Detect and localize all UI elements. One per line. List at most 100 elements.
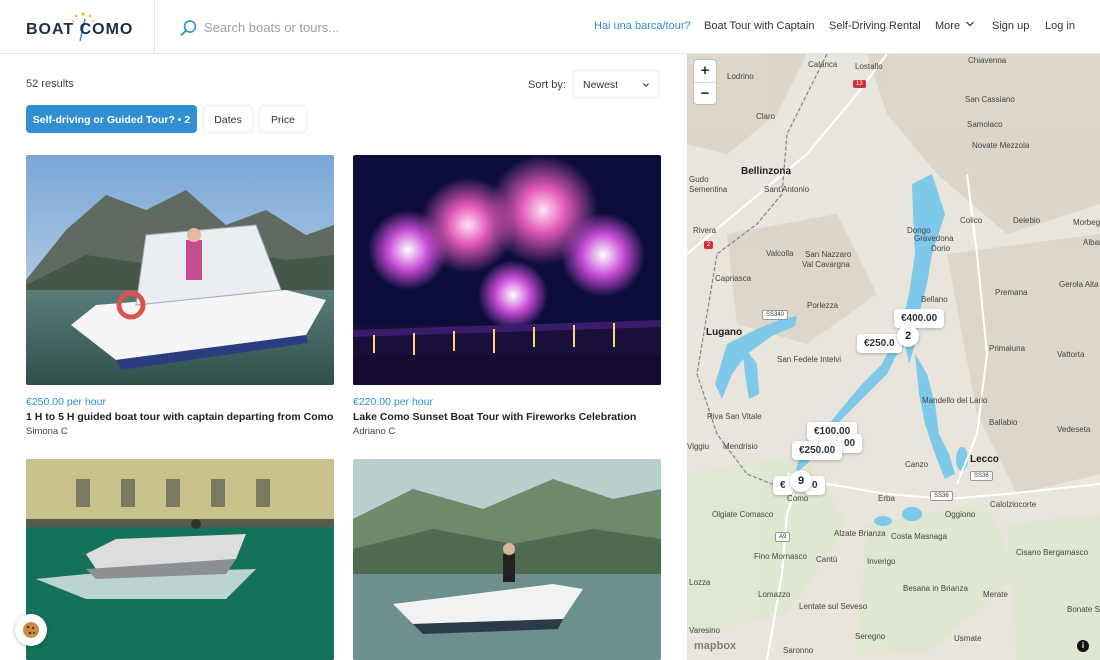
map-place: Riva San Vitale [707, 412, 762, 421]
map-place: Primaluna [989, 344, 1026, 353]
listing-image-lake-boat[interactable] [353, 459, 661, 660]
map-place: Erba [878, 494, 895, 503]
map-place: Usmate [954, 634, 982, 643]
map-place: Lostallo [855, 62, 883, 71]
map-place: Lodrino [727, 72, 754, 81]
map-terrain [687, 54, 1100, 660]
map-place: Seregno [855, 632, 886, 641]
map-cluster-marker[interactable]: 9 [790, 470, 812, 492]
map-place: Bellano [921, 295, 948, 304]
sort-select[interactable]: Newest [572, 70, 660, 98]
filter-tour-type[interactable]: Self-driving or Guided Tour? • 2 [26, 105, 197, 133]
map-place: Novate Mezzola [972, 141, 1030, 150]
chevron-down-icon [643, 83, 649, 87]
sort-value: Newest [583, 79, 619, 91]
filter-price[interactable]: Price [259, 105, 307, 133]
map-place: Sementina [689, 185, 728, 194]
cookie-icon [23, 622, 39, 638]
map-place: Calolziocorte [990, 500, 1037, 509]
listing-image-motorboat[interactable] [26, 155, 334, 385]
cookie-settings-button[interactable] [15, 614, 47, 646]
more-menu[interactable]: More [935, 20, 974, 32]
map-place: Canzo [905, 460, 929, 469]
search-input[interactable] [204, 16, 504, 38]
map-place: Gerola Alta [1059, 280, 1099, 289]
listing-owner: Adriano C [353, 426, 396, 437]
logo-text: BOAT COMO [26, 21, 134, 38]
listing-image-speedboat[interactable] [26, 459, 334, 660]
map-view[interactable]: Chiavenna Calanca Lostallo Lodrino San C… [687, 54, 1100, 660]
map-price-pin[interactable]: €400.00 [894, 309, 945, 328]
map-place: Ballabio [989, 418, 1018, 427]
results-count: 52 results [26, 78, 74, 90]
mapbox-attribution[interactable]: mapbox [694, 640, 736, 652]
map-place: Albaredo [1083, 238, 1100, 247]
list-your-boat-link[interactable]: Hai una barca/tour? [594, 20, 691, 32]
map-cluster-marker[interactable]: 2 [897, 325, 919, 347]
map-place: Colico [960, 216, 983, 225]
road-badge: A9 [775, 532, 791, 542]
map-place: Cisano Bergamasco [1016, 548, 1089, 557]
map-place: Costa Masnaga [891, 532, 948, 541]
zoom-in-button[interactable]: + [694, 60, 716, 82]
boatcomo-logo[interactable]: BOAT COMO [26, 12, 134, 43]
road-badge: SS36 [970, 471, 993, 481]
map-place: Viggiu [687, 442, 710, 451]
map-place: Rivera [693, 226, 717, 235]
map-place: Dongo [907, 226, 931, 235]
road-badge: SS340 [762, 310, 789, 320]
road-badge: SS36 [930, 491, 953, 501]
map-place: San Cassiano [965, 95, 1015, 104]
map-zoom-controls: + − [694, 60, 716, 104]
login-link[interactable]: Log in [1045, 20, 1075, 32]
filter-dates[interactable]: Dates [203, 105, 253, 133]
map-place: Olgiate Comasco [712, 510, 774, 519]
map-place: Lugano [706, 327, 743, 338]
map-place: Gravedona [914, 234, 954, 243]
map-place: Oggiono [945, 510, 976, 519]
map-place: Mandello del Lario [922, 396, 988, 405]
map-place: Capriasca [715, 274, 752, 283]
signup-link[interactable]: Sign up [992, 20, 1029, 32]
map-place: Merate [983, 590, 1008, 599]
map-price-pin[interactable]: €250.00 [792, 441, 843, 460]
listing-title[interactable]: 1 H to 5 H guided boat tour with captain… [26, 411, 333, 423]
map-place: Delebio [1013, 216, 1041, 225]
listing-price: €220.00 per hour [353, 396, 433, 408]
map-price-pin[interactable]: €250.0 [857, 334, 902, 353]
map-place: Saronno [783, 646, 814, 655]
map-place: Lecco [970, 454, 999, 465]
map-place: Cantù [816, 555, 838, 564]
road-badge: 2 [704, 241, 714, 249]
map-place: Gudo [689, 175, 709, 184]
road-badge: 13 [853, 80, 866, 88]
map-place: San Fedele Intelvi [777, 355, 842, 364]
map-place: Varesino [689, 626, 720, 635]
self-driving-rental-link[interactable]: Self-Driving Rental [829, 20, 921, 32]
map-place: Besana in Brianza [903, 584, 968, 593]
map-place: Chiavenna [968, 56, 1007, 65]
listing-image-fireworks[interactable] [353, 155, 661, 385]
map-info-button[interactable]: i [1077, 640, 1089, 652]
map-place: Como [787, 494, 809, 503]
map-place: Val Cavargna [802, 260, 850, 269]
map-place: Premana [995, 288, 1028, 297]
search-icon [180, 20, 197, 36]
sort-label: Sort by: [528, 79, 566, 91]
zoom-out-button[interactable]: − [694, 82, 716, 104]
map-place: Dorio [931, 244, 951, 253]
more-label: More [935, 20, 961, 32]
map-place: Calanca [808, 60, 838, 69]
chevron-down-icon [966, 21, 974, 27]
map-place: Lentate sul Seveso [799, 602, 868, 611]
map-place: Mendrisio [723, 442, 758, 451]
map-place: Inverigo [867, 557, 896, 566]
map-place: Samolaco [967, 120, 1003, 129]
map-place: Vedeseta [1057, 425, 1091, 434]
listing-title[interactable]: Lake Como Sunset Boat Tour with Firework… [353, 411, 636, 423]
map-place: Bonate Sop [1067, 605, 1100, 614]
top-navbar: BOAT COMO Hai una barca/tour? Boat Tour … [0, 0, 1100, 54]
map-place: Vattorta [1057, 350, 1085, 359]
boat-tour-with-captain-link[interactable]: Boat Tour with Captain [704, 20, 814, 32]
map-place: Morbeg [1073, 218, 1100, 227]
